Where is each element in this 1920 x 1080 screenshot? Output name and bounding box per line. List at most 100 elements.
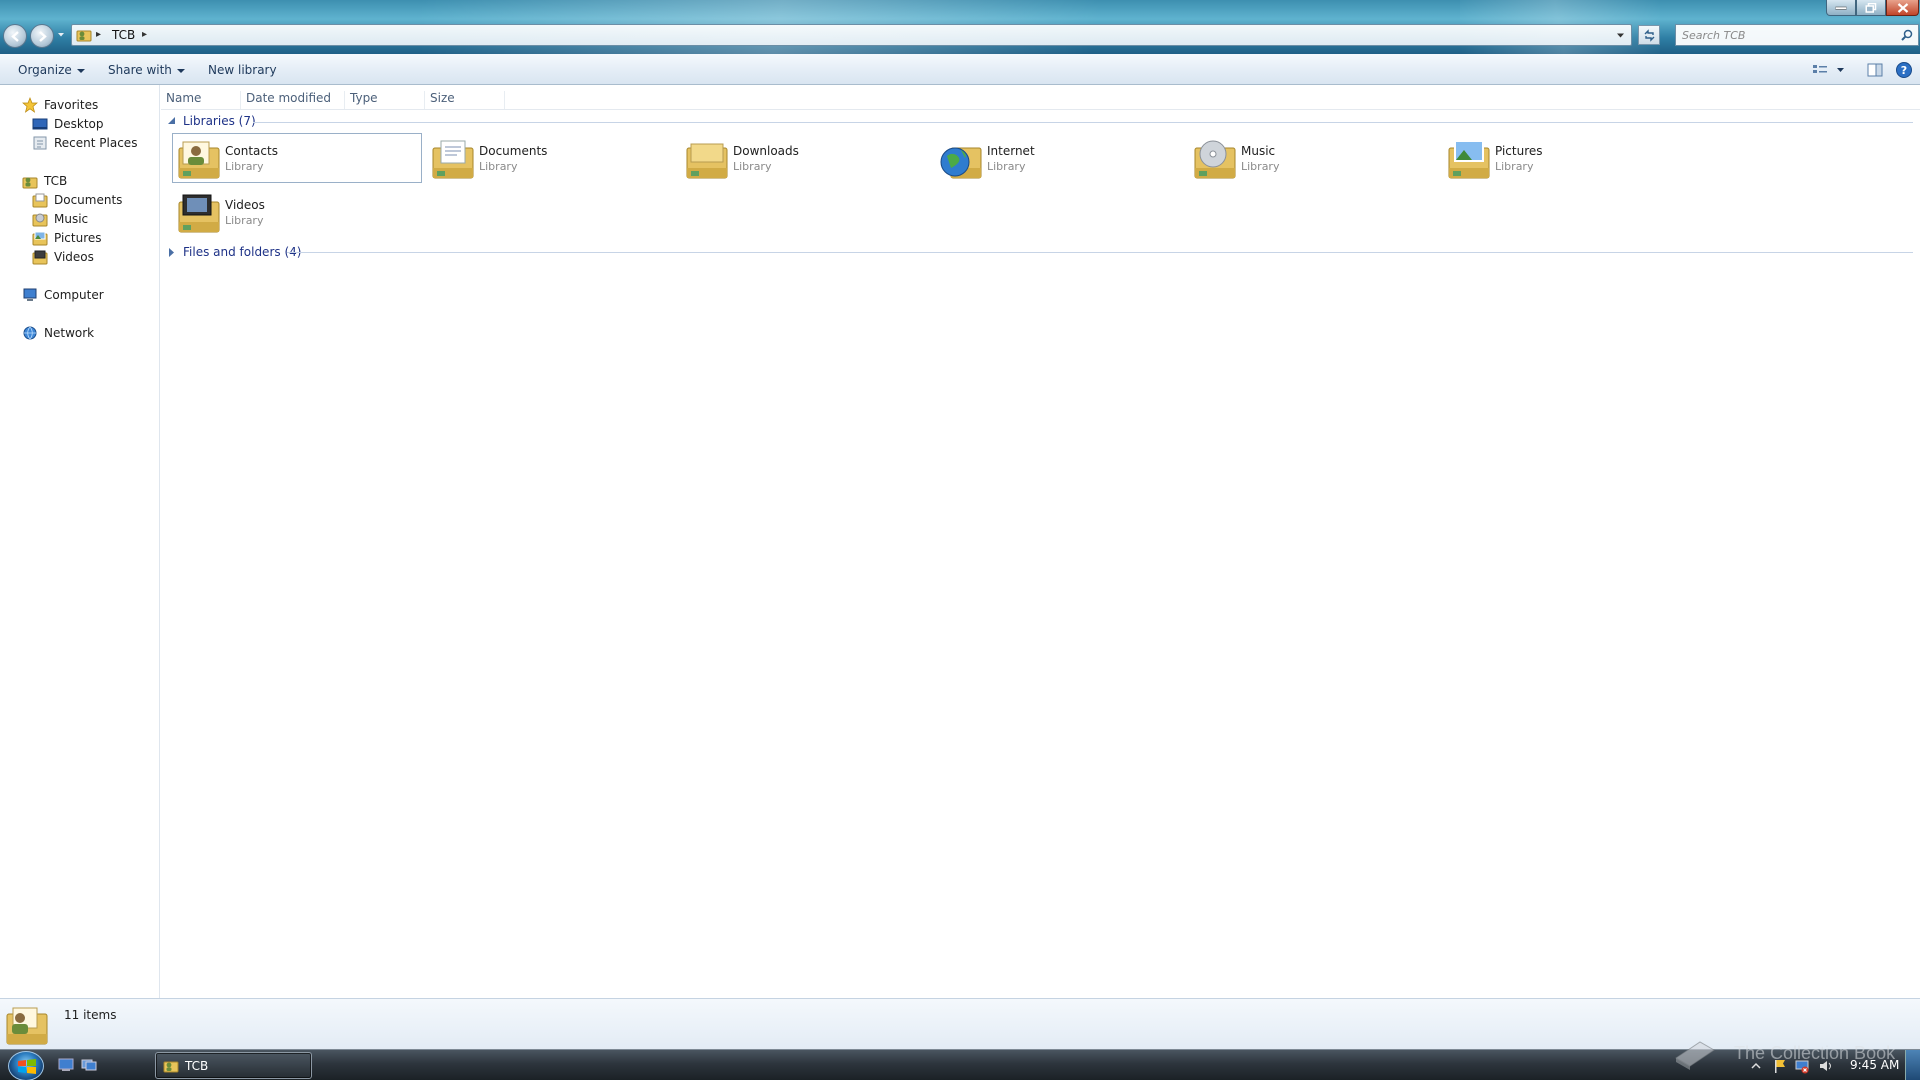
- watermark-book-logo-icon: [1675, 1041, 1715, 1070]
- new-library-button[interactable]: New library: [208, 63, 277, 77]
- close-button[interactable]: [1886, 0, 1919, 16]
- change-view-icon[interactable]: [1811, 61, 1847, 79]
- address-bar[interactable]: ▸ TCB ▸: [71, 24, 1632, 46]
- show-hidden-icons-chevron-icon[interactable]: [1748, 1058, 1764, 1074]
- preview-pane-icon[interactable]: [1866, 61, 1884, 79]
- breadcrumb-separator-icon[interactable]: ▸: [142, 29, 147, 40]
- nav-recent-places[interactable]: Recent Places: [32, 134, 137, 152]
- system-clock[interactable]: 9:45 AM: [1850, 1058, 1899, 1072]
- taskbar: TCB 9:45 AM: [0, 1049, 1920, 1080]
- restore-button[interactable]: [1856, 0, 1886, 16]
- library-name: Downloads: [733, 144, 799, 158]
- user-folder-icon: [76, 30, 92, 42]
- library-tile-downloads[interactable]: Downloads Library: [680, 133, 930, 183]
- switch-windows-icon[interactable]: [81, 1058, 97, 1072]
- library-type: Library: [733, 160, 772, 173]
- documents-library-icon: [432, 140, 474, 179]
- library-tile-pictures[interactable]: Pictures Library: [1442, 133, 1692, 183]
- nav-computer[interactable]: Computer: [22, 286, 104, 304]
- item-count: 11 items: [64, 1008, 117, 1022]
- search-box[interactable]: [1675, 24, 1919, 46]
- videos-library-icon: [32, 250, 48, 265]
- library-tile-internet[interactable]: Internet Library: [934, 133, 1184, 183]
- forward-button[interactable]: [30, 24, 54, 48]
- nav-recent-places-label: Recent Places: [54, 136, 138, 150]
- column-header-name[interactable]: Name: [161, 91, 241, 109]
- group-divider: [287, 252, 1913, 253]
- breadcrumb-separator-icon[interactable]: ▸: [96, 29, 101, 40]
- library-tile-videos[interactable]: Videos Library: [172, 187, 422, 237]
- nav-desktop[interactable]: Desktop: [32, 115, 104, 133]
- search-input[interactable]: [1676, 25, 1886, 45]
- pictures-library-icon: [32, 231, 48, 246]
- show-desktop-quicklaunch-icon[interactable]: [58, 1058, 74, 1072]
- nav-documents-label: Documents: [54, 193, 123, 207]
- share-with-menu-button[interactable]: Share with: [108, 63, 185, 77]
- address-history-chevron-icon[interactable]: [1616, 31, 1625, 40]
- share-with-label: Share with: [108, 63, 172, 77]
- nav-videos-label: Videos: [54, 250, 94, 264]
- nav-network-label: Network: [44, 326, 95, 340]
- nav-music-label: Music: [54, 212, 89, 226]
- show-desktop-button[interactable]: [1905, 1050, 1920, 1080]
- group-header-files-and-folders[interactable]: Files and folders (4): [167, 245, 301, 259]
- search-icon[interactable]: [1901, 29, 1913, 41]
- library-type: Library: [987, 160, 1026, 173]
- library-type: Library: [1495, 160, 1534, 173]
- windows-logo-icon: [18, 1059, 36, 1074]
- nav-user-libraries[interactable]: TCB: [22, 172, 67, 190]
- videos-library-icon: [178, 194, 220, 233]
- group-header-libraries[interactable]: Libraries (7): [167, 114, 256, 128]
- minimize-icon: [1835, 6, 1847, 10]
- refresh-button[interactable]: [1638, 25, 1660, 45]
- close-icon: [1897, 2, 1908, 13]
- recent-places-icon: [33, 136, 47, 150]
- forward-arrow-icon: [39, 31, 47, 42]
- action-center-flag-icon[interactable]: [1772, 1058, 1788, 1074]
- refresh-icon: [1644, 29, 1655, 42]
- minimize-button[interactable]: [1826, 0, 1856, 16]
- library-type: Library: [1241, 160, 1280, 173]
- taskbar-window-label: TCB: [185, 1059, 209, 1073]
- nav-network[interactable]: Network: [22, 324, 94, 342]
- library-tile-documents[interactable]: Documents Library: [426, 133, 676, 183]
- help-icon[interactable]: ?: [1895, 61, 1913, 79]
- back-button[interactable]: [3, 24, 27, 48]
- internet-library-icon: [940, 147, 982, 179]
- nav-pictures-label: Pictures: [54, 231, 102, 245]
- expand-triangle-icon: [169, 247, 174, 257]
- chevron-down-icon: [76, 68, 85, 73]
- nav-pictures[interactable]: Pictures: [32, 229, 102, 247]
- nav-videos[interactable]: Videos: [32, 248, 94, 266]
- nav-documents[interactable]: Documents: [32, 191, 122, 209]
- downloads-library-icon: [686, 143, 728, 179]
- column-header-type[interactable]: Type: [345, 91, 425, 109]
- volume-icon[interactable]: [1818, 1058, 1834, 1074]
- nav-user-label: TCB: [44, 174, 68, 188]
- library-type: Library: [479, 160, 518, 173]
- organize-menu-button[interactable]: Organize: [18, 63, 85, 77]
- library-name: Documents: [479, 144, 548, 158]
- group-libraries-label: Libraries (7): [183, 114, 256, 128]
- column-header-size[interactable]: Size: [425, 91, 505, 109]
- chevron-down-icon: [176, 68, 185, 73]
- group-files-label: Files and folders (4): [183, 245, 302, 259]
- back-arrow-icon: [11, 31, 19, 42]
- computer-icon: [23, 288, 37, 301]
- start-button[interactable]: [8, 1051, 44, 1080]
- nav-music[interactable]: Music: [32, 210, 88, 228]
- library-name: Videos: [225, 198, 265, 212]
- breadcrumb-item[interactable]: TCB: [112, 28, 135, 42]
- recent-pages-chevron-icon[interactable]: [57, 31, 65, 39]
- contacts-library-icon: [178, 141, 220, 179]
- organize-label: Organize: [18, 63, 72, 77]
- taskbar-window-button[interactable]: TCB: [155, 1052, 312, 1079]
- nav-favorites[interactable]: Favorites: [22, 96, 98, 114]
- network-status-icon[interactable]: [1794, 1058, 1810, 1074]
- column-header-date-modified[interactable]: Date modified: [241, 91, 345, 109]
- nav-computer-label: Computer: [44, 288, 104, 302]
- navigation-pane: Favorites Desktop Recent Places TCB Docu…: [0, 85, 160, 998]
- command-bar: Organize Share with New library ?: [0, 54, 1920, 85]
- library-tile-contacts[interactable]: Contacts Library: [172, 133, 422, 183]
- library-tile-music[interactable]: Music Library: [1188, 133, 1438, 183]
